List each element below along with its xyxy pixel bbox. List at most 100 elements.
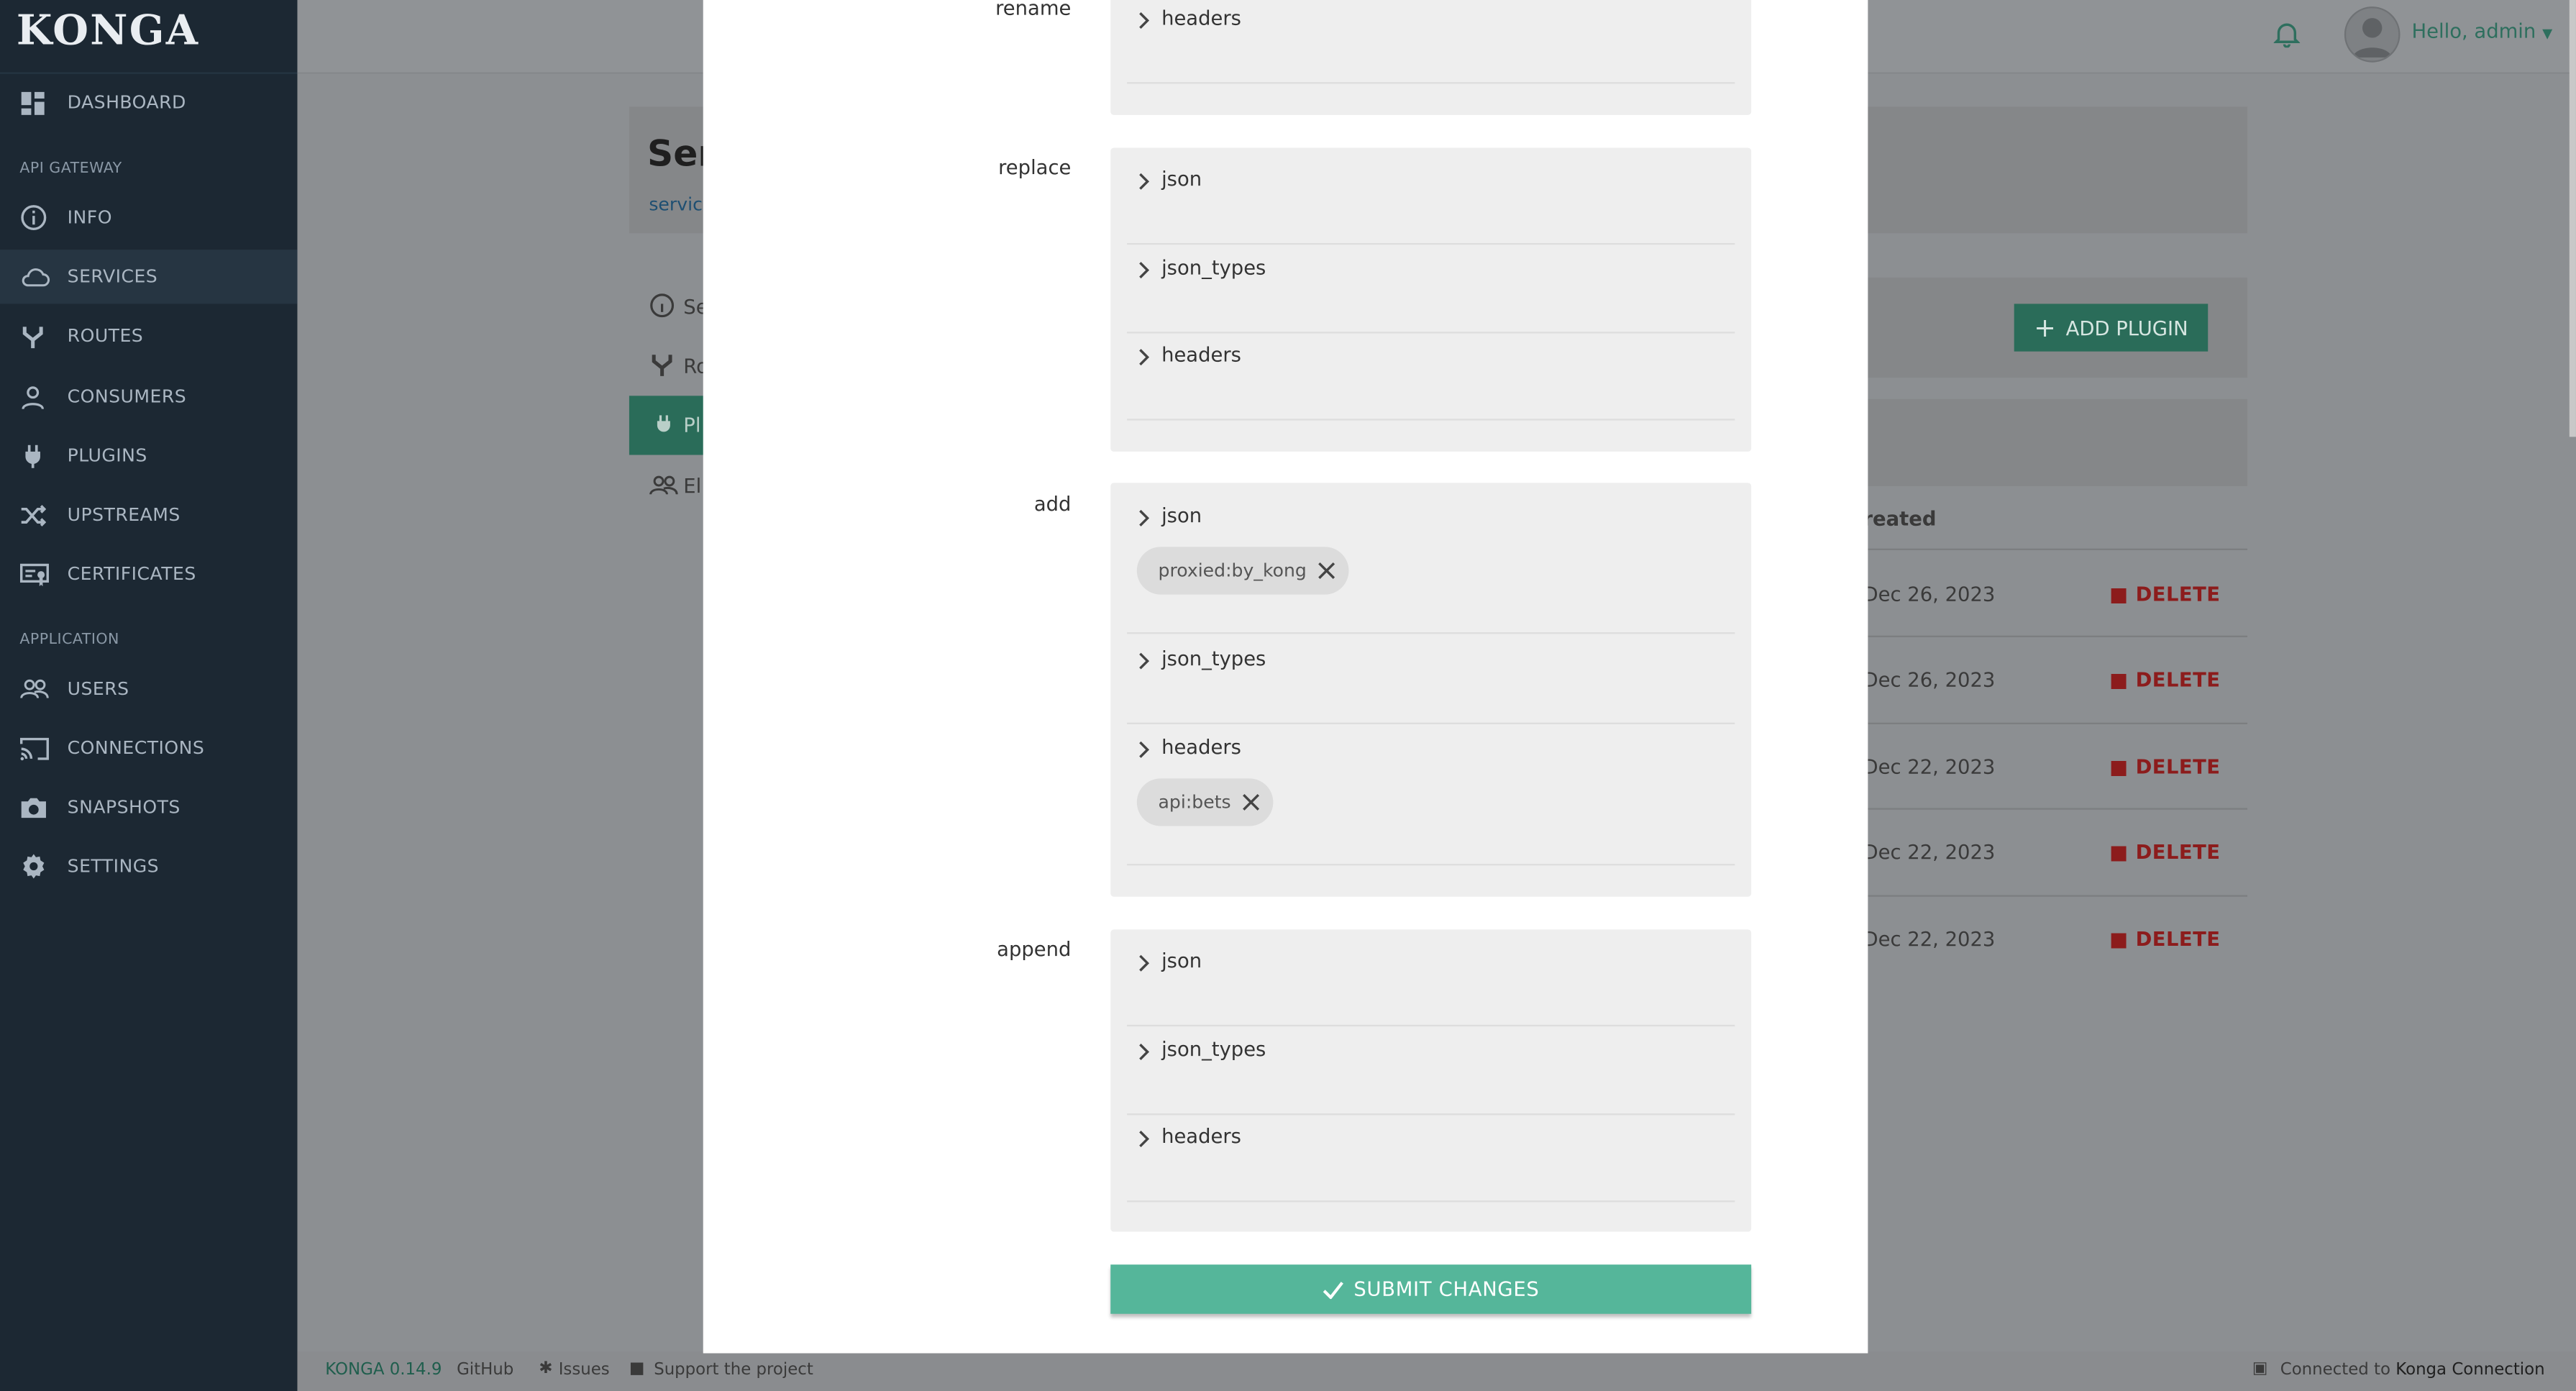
bug-icon: ✱ — [539, 1359, 553, 1378]
section-label-add: add — [1033, 493, 1072, 516]
info-icon — [650, 293, 675, 318]
sidebar-item-snapshots[interactable]: SNAPSHOTS — [0, 780, 297, 834]
value-chip: proxied:by_kong — [1136, 547, 1350, 595]
bell-icon[interactable] — [2273, 19, 2301, 48]
avatar-silhouette-icon — [2352, 18, 2393, 58]
field-name[interactable]: json — [1161, 168, 1202, 191]
user-menu[interactable]: Hello, admin ▼ — [2411, 19, 2552, 42]
table-divider — [1868, 548, 2248, 550]
field-name[interactable]: headers — [1161, 6, 1241, 29]
tab-eligible-consumers[interactable]: El — [683, 475, 701, 498]
sidebar-item-settings[interactable]: SETTINGS — [0, 839, 297, 893]
chevron-down-icon: ▼ — [2542, 26, 2553, 42]
chip-label: proxied:by_kong — [1158, 560, 1307, 582]
value-chip: api:bets — [1136, 778, 1274, 826]
coffee-icon: ■ — [629, 1359, 645, 1378]
add-plugin-button[interactable]: + ADD PLUGIN — [2014, 304, 2209, 352]
chevron-right-icon[interactable] — [1138, 348, 1150, 366]
cast-icon — [19, 736, 49, 760]
trash-icon: ■ — [2109, 841, 2129, 865]
sidebar-item-services[interactable]: SERVICES — [0, 250, 298, 304]
column-header-created: reated — [1863, 507, 1937, 531]
field-name[interactable]: json — [1161, 949, 1202, 972]
trash-icon: ■ — [2109, 928, 2129, 952]
chevron-right-icon[interactable] — [1138, 652, 1150, 670]
trash-icon: ■ — [2109, 583, 2129, 606]
section-add: json proxied:by_kong json_types headers … — [1110, 483, 1752, 897]
tab-plugins-label: Pl — [683, 414, 701, 437]
sidebar-item-label: CONNECTIONS — [67, 737, 205, 759]
sidebar-item-label: PLUGINS — [67, 444, 147, 467]
sidebar-item-label: USERS — [67, 678, 129, 700]
row-created-date: Dec 26, 2023 — [1863, 668, 1996, 692]
field-replace-headers: headers — [1127, 330, 1735, 421]
info-icon — [21, 205, 47, 231]
submit-changes-button[interactable]: SUBMIT CHANGES — [1110, 1264, 1752, 1314]
add-plugin-label: ADD PLUGIN — [2065, 316, 2188, 339]
chevron-right-icon[interactable] — [1138, 12, 1150, 29]
sidebar-item-plugins[interactable]: PLUGINS — [0, 429, 297, 483]
cast-icon: ▣ — [2252, 1359, 2268, 1378]
sidebar-item-label: SETTINGS — [67, 855, 160, 877]
chevron-right-icon[interactable] — [1138, 1130, 1150, 1148]
delete-button[interactable]: ■ DELETE — [2109, 755, 2220, 778]
connection-status: Connected to Konga Connection — [2280, 1362, 2545, 1379]
edit-plugin-modal: rename headers replace json json_types h… — [703, 0, 1868, 1354]
field-add-json-types: json_types — [1127, 634, 1735, 724]
chevron-right-icon[interactable] — [1138, 954, 1150, 972]
field-name[interactable]: json_types — [1161, 647, 1266, 670]
section-append: json json_types headers — [1110, 929, 1752, 1232]
avatar[interactable] — [2344, 6, 2401, 63]
table-divider — [1868, 895, 2248, 897]
issues-link[interactable]: Issues — [559, 1362, 610, 1379]
sidebar-item-label: SNAPSHOTS — [67, 796, 181, 818]
chevron-right-icon[interactable] — [1138, 741, 1150, 759]
sidebar-item-upstreams[interactable]: UPSTREAMS — [0, 488, 297, 542]
row-created-date: Dec 22, 2023 — [1863, 841, 1996, 865]
field-name[interactable]: json_types — [1161, 256, 1266, 279]
sidebar-item-info[interactable]: INFO — [0, 191, 297, 245]
field-name[interactable]: json — [1161, 504, 1202, 527]
field-name[interactable]: headers — [1161, 1125, 1241, 1148]
chevron-right-icon[interactable] — [1138, 509, 1150, 527]
connection-name[interactable]: Konga Connection — [2395, 1362, 2544, 1379]
sidebar-item-label: INFO — [67, 206, 112, 229]
field-add-json: json proxied:by_kong — [1127, 491, 1735, 634]
sidebar-item-routes[interactable]: ROUTES — [0, 309, 297, 362]
row-created-date: Dec 22, 2023 — [1863, 755, 1996, 779]
delete-button[interactable]: ■ DELETE — [2109, 928, 2220, 951]
sidebar-divider — [0, 72, 298, 74]
konga-logo[interactable]: KONGA — [17, 6, 200, 54]
close-icon[interactable] — [1318, 562, 1336, 580]
sidebar-item-connections[interactable]: CONNECTIONS — [0, 721, 297, 775]
version-link[interactable]: KONGA 0.14.9 — [325, 1362, 442, 1379]
sidebar-item-consumers[interactable]: CONSUMERS — [0, 370, 297, 424]
submit-label: SUBMIT CHANGES — [1353, 1277, 1540, 1301]
delete-button[interactable]: ■ DELETE — [2109, 668, 2220, 691]
sidebar-item-users[interactable]: USERS — [0, 662, 297, 716]
field-name[interactable]: headers — [1161, 736, 1241, 759]
close-icon[interactable] — [1243, 793, 1261, 811]
chevron-right-icon[interactable] — [1138, 1043, 1150, 1061]
field-add-headers: headers api:bets — [1127, 723, 1735, 866]
chevron-right-icon[interactable] — [1138, 261, 1150, 279]
page-scrollbar[interactable] — [2569, 0, 2576, 437]
sidebar-item-label: SERVICES — [67, 265, 158, 288]
routes-icon — [652, 355, 672, 376]
delete-button[interactable]: ■ DELETE — [2109, 583, 2220, 606]
certificate-icon — [19, 562, 49, 586]
delete-button[interactable]: ■ DELETE — [2109, 841, 2220, 864]
sidebar-item-dashboard[interactable]: DASHBOARD — [0, 76, 297, 129]
plugins-filter-panel — [1868, 398, 2248, 486]
chevron-right-icon[interactable] — [1138, 173, 1150, 191]
trash-icon: ■ — [2109, 755, 2129, 779]
sidebar-item-label: UPSTREAMS — [67, 504, 181, 526]
field-name[interactable]: headers — [1161, 343, 1241, 366]
sidebar-item-certificates[interactable]: CERTIFICATES — [0, 547, 297, 601]
github-link[interactable]: GitHub — [457, 1362, 513, 1379]
sidebar-item-label: CERTIFICATES — [67, 563, 196, 585]
user-icon — [22, 386, 44, 409]
field-name[interactable]: json_types — [1161, 1038, 1266, 1061]
support-link[interactable]: Support the project — [654, 1362, 813, 1379]
row-created-date: Dec 26, 2023 — [1863, 583, 1996, 606]
